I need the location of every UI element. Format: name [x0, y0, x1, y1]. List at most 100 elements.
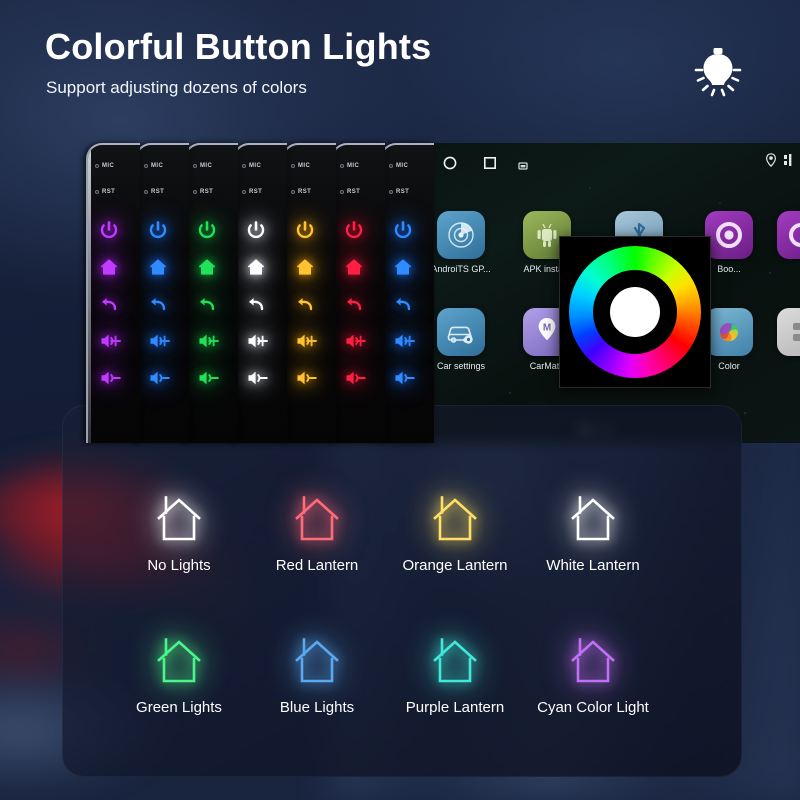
back-icon[interactable] [98, 293, 120, 315]
side-label-text: MIC [298, 163, 311, 169]
house-outline-icon [565, 635, 621, 687]
back-icon[interactable] [392, 293, 414, 315]
mic-hole-icon [291, 164, 295, 168]
power-icon[interactable] [196, 219, 218, 241]
back-icon[interactable] [147, 293, 169, 315]
rst-hole-icon [193, 190, 197, 194]
back-icon[interactable] [196, 293, 218, 315]
volume-up-icon[interactable] [343, 330, 366, 352]
head-unit-6: MIC RST [331, 143, 385, 443]
side-label-rst: RST [389, 189, 409, 195]
power-icon[interactable] [98, 219, 120, 241]
side-label-text: RST [396, 189, 410, 195]
lantern-option-white-lantern[interactable]: White Lantern [518, 493, 668, 574]
volume-down-icon[interactable] [294, 367, 317, 389]
color-wheel-center-knob[interactable] [610, 287, 660, 337]
volume-down-icon[interactable] [245, 367, 268, 389]
side-label-mic: MIC [144, 163, 163, 169]
house-outline-icon [289, 635, 345, 687]
volume-down-icon[interactable] [343, 367, 366, 389]
home-icon[interactable] [98, 256, 120, 278]
color-wheel-picker[interactable] [559, 236, 711, 388]
side-label-rst: RST [340, 189, 360, 195]
lantern-option-cyan-color-light[interactable]: Cyan Color Light [518, 635, 668, 716]
rst-hole-icon [242, 190, 246, 194]
side-label-text: MIC [249, 163, 262, 169]
home-icon[interactable] [196, 256, 218, 278]
side-label-rst: RST [144, 189, 164, 195]
head-unit-2: MIC RST [135, 143, 189, 443]
side-label-mic: MIC [242, 163, 261, 169]
volume-up-icon[interactable] [196, 330, 219, 352]
home-icon[interactable] [245, 256, 267, 278]
power-icon[interactable] [392, 219, 414, 241]
lantern-option-orange-lantern[interactable]: Orange Lantern [380, 493, 530, 574]
lantern-label: No Lights [147, 557, 211, 574]
power-icon[interactable] [147, 219, 169, 241]
home-icon[interactable] [343, 256, 365, 278]
volume-up-icon[interactable] [245, 330, 268, 352]
side-label-text: RST [298, 189, 312, 195]
volume-up-icon[interactable] [392, 330, 415, 352]
side-label-mic: MIC [389, 163, 408, 169]
head-unit-5: MIC RST [282, 143, 336, 443]
power-icon[interactable] [343, 219, 365, 241]
side-label-text: MIC [102, 163, 115, 169]
side-label-text: MIC [396, 163, 409, 169]
lantern-color-panel: No Lights Red Lantern Orange Lantern Whi… [62, 405, 742, 777]
home-icon[interactable] [294, 256, 316, 278]
side-label-text: MIC [151, 163, 164, 169]
volume-up-icon[interactable] [98, 330, 121, 352]
mic-hole-icon [95, 164, 99, 168]
color-wheel-ring[interactable] [569, 246, 701, 378]
volume-down-icon[interactable] [196, 367, 219, 389]
lantern-label: Green Lights [136, 699, 222, 716]
light-bulb-icon [688, 42, 748, 102]
side-label-rst: RST [95, 189, 115, 195]
side-label-text: RST [347, 189, 361, 195]
lantern-label: Red Lantern [275, 557, 359, 574]
mic-hole-icon [242, 164, 246, 168]
house-outline-icon [151, 493, 207, 545]
volume-down-icon[interactable] [98, 367, 121, 389]
power-icon[interactable] [294, 219, 316, 241]
mic-hole-icon [193, 164, 197, 168]
side-label-rst: RST [193, 189, 213, 195]
back-icon[interactable] [245, 293, 267, 315]
house-outline-icon [565, 493, 621, 545]
lantern-option-no-lights[interactable]: No Lights [104, 493, 254, 574]
side-label-mic: MIC [340, 163, 359, 169]
volume-up-icon[interactable] [294, 330, 317, 352]
side-label-mic: MIC [95, 163, 114, 169]
page-title: Colorful Button Lights [45, 26, 432, 67]
home-icon[interactable] [147, 256, 169, 278]
power-icon[interactable] [245, 219, 267, 241]
lantern-option-red-lantern[interactable]: Red Lantern [242, 493, 392, 574]
lantern-label: Cyan Color Light [537, 699, 649, 716]
page-subtitle: Support adjusting dozens of colors [46, 78, 307, 97]
house-outline-icon [427, 635, 483, 687]
head-unit-3: MIC RST [184, 143, 238, 443]
house-outline-icon [427, 493, 483, 545]
side-label-rst: RST [291, 189, 311, 195]
house-outline-icon [289, 493, 345, 545]
head-unit-4: MIC RST [233, 143, 287, 443]
lantern-option-green-lights[interactable]: Green Lights [104, 635, 254, 716]
rst-hole-icon [95, 190, 99, 194]
side-label-mic: MIC [291, 163, 310, 169]
volume-up-icon[interactable] [147, 330, 170, 352]
volume-down-icon[interactable] [392, 367, 415, 389]
header: Colorful Button Lights Support adjusting… [0, 0, 800, 130]
lantern-label: White Lantern [546, 557, 640, 574]
side-label-rst: RST [242, 189, 262, 195]
mic-hole-icon [340, 164, 344, 168]
volume-down-icon[interactable] [147, 367, 170, 389]
rst-hole-icon [340, 190, 344, 194]
back-icon[interactable] [294, 293, 316, 315]
side-label-text: RST [151, 189, 165, 195]
home-icon[interactable] [392, 256, 414, 278]
lantern-option-purple-lantern[interactable]: Purple Lantern [380, 635, 530, 716]
head-unit-7: MIC RST [380, 143, 434, 443]
lantern-option-blue-lights[interactable]: Blue Lights [242, 635, 392, 716]
back-icon[interactable] [343, 293, 365, 315]
